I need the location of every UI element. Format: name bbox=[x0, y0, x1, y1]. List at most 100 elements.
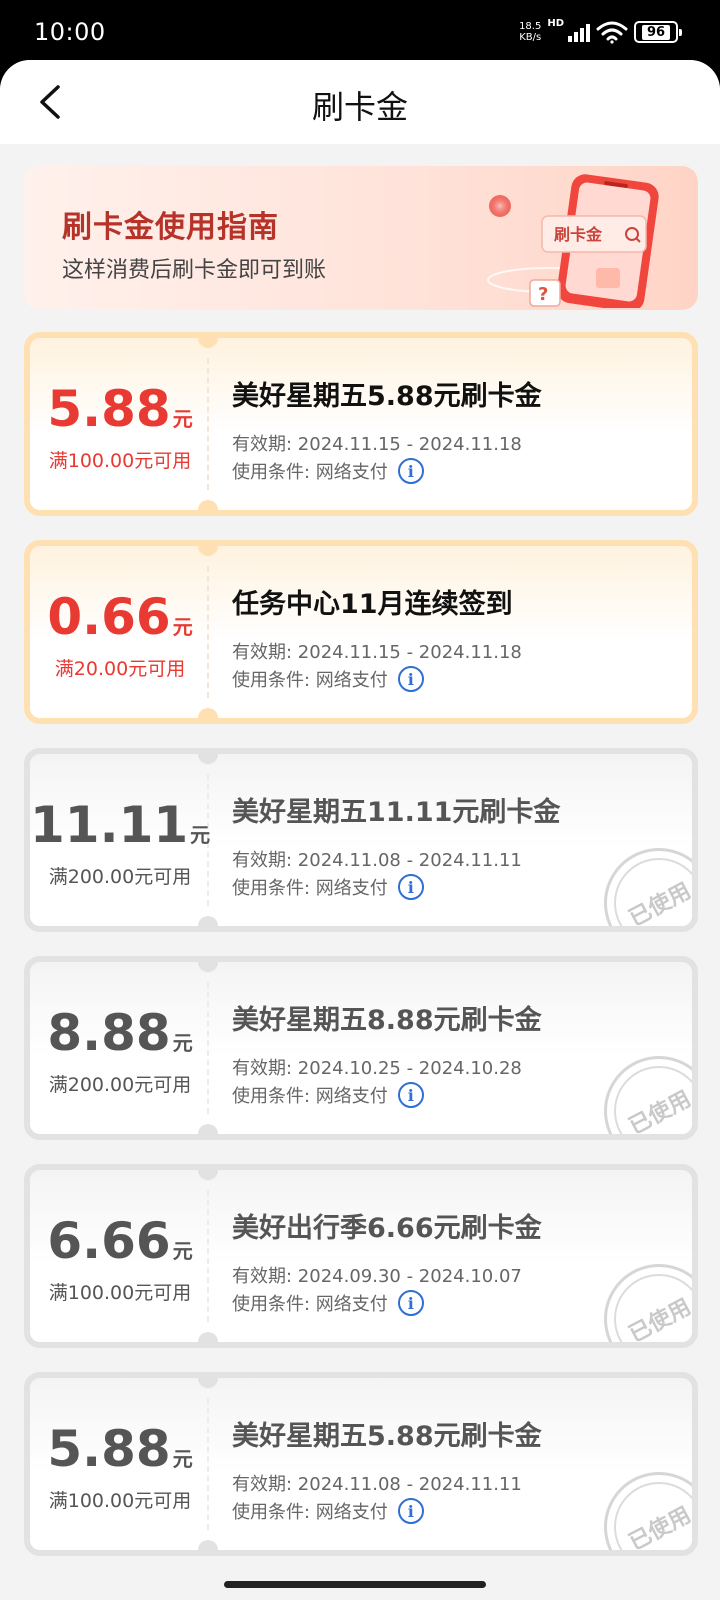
coupon-title: 任务中心11月连续签到 bbox=[232, 589, 513, 620]
svg-text:?: ? bbox=[538, 284, 548, 305]
coupon-title: 美好星期五11.11元刷卡金 bbox=[232, 797, 561, 828]
coupon-title: 美好星期五5.88元刷卡金 bbox=[232, 381, 542, 412]
coupon-usage-text: 使用条件: 网络支付 bbox=[232, 1294, 388, 1315]
used-stamp: 已使用 bbox=[604, 1472, 696, 1556]
used-stamp: 已使用 bbox=[604, 1264, 696, 1348]
info-icon[interactable]: i bbox=[397, 874, 424, 900]
coupon-amount-value: 11.11 bbox=[30, 796, 189, 854]
banner-subtitle: 这样消费后刷卡金即可到账 bbox=[62, 258, 327, 283]
wifi-icon bbox=[596, 21, 628, 44]
coupon-min-spend: 满100.00元可用 bbox=[48, 450, 192, 472]
coupon-usage-condition: 使用条件: 网络支付 i bbox=[232, 1082, 424, 1108]
coupon-card[interactable]: 5.88 元 满100.00元可用 美好星期五5.88元刷卡金 有效期: 2024… bbox=[24, 332, 698, 516]
coupon-amount-value: 8.88 bbox=[47, 1004, 171, 1062]
used-stamp-text: 已使用 bbox=[625, 1294, 696, 1348]
coupon-amount-value: 5.88 bbox=[47, 1420, 171, 1478]
coupon-usage-condition: 使用条件: 网络支付 i bbox=[232, 666, 424, 692]
coupon-notch bbox=[198, 546, 218, 556]
status-icons: 18.5 KB/s HD 96 bbox=[519, 18, 682, 46]
info-icon[interactable]: i bbox=[397, 1498, 424, 1524]
coupon-amount-unit: 元 bbox=[172, 407, 193, 431]
coupon-notch bbox=[198, 962, 218, 972]
coupon-edge-decoration bbox=[688, 344, 692, 504]
coupon-amount-value: 5.88 bbox=[47, 380, 171, 438]
coupon-notch bbox=[198, 338, 218, 348]
network-speed-value: 18.5 bbox=[519, 21, 542, 32]
coupon-notch bbox=[198, 754, 218, 764]
coupon-notch bbox=[198, 1540, 218, 1550]
network-speed-unit: KB/s bbox=[519, 32, 542, 43]
network-speed: 18.5 KB/s bbox=[519, 21, 541, 43]
coupon-usage-text: 使用条件: 网络支付 bbox=[232, 670, 388, 691]
coupon-min-spend: 满20.00元可用 bbox=[54, 658, 186, 680]
used-stamp: 已使用 bbox=[604, 848, 696, 932]
coupon-title: 美好星期五8.88元刷卡金 bbox=[232, 1005, 542, 1036]
coupon-notch bbox=[198, 1124, 218, 1134]
coupon-title: 美好出行季6.66元刷卡金 bbox=[232, 1213, 542, 1244]
coupon-validity: 有效期: 2024.11.08 - 2024.11.11 bbox=[232, 1474, 522, 1495]
coupon-amount: 5.88 元 bbox=[30, 380, 210, 438]
used-stamp-text: 已使用 bbox=[625, 1502, 696, 1556]
coupon-notch bbox=[198, 1170, 218, 1180]
coupon-validity: 有效期: 2024.10.25 - 2024.10.28 bbox=[232, 1058, 522, 1079]
coupon-usage-text: 使用条件: 网络支付 bbox=[232, 1502, 388, 1523]
battery-level: 96 bbox=[641, 24, 671, 40]
coupon-usage-text: 使用条件: 网络支付 bbox=[232, 462, 388, 483]
banner-illustration-label: 刷卡金 bbox=[554, 225, 603, 244]
coupon-amount: 0.66 元 bbox=[30, 588, 210, 646]
coupon-usage-condition: 使用条件: 网络支付 i bbox=[232, 1290, 424, 1316]
coupon-card[interactable]: 0.66 元 满20.00元可用 任务中心11月连续签到 有效期: 2024.11… bbox=[24, 540, 698, 724]
coupon-usage-condition: 使用条件: 网络支付 i bbox=[232, 874, 424, 900]
signal-icon bbox=[568, 22, 590, 42]
coupon-amount: 8.88 元 bbox=[30, 1004, 210, 1062]
coupon-validity: 有效期: 2024.11.15 - 2024.11.18 bbox=[232, 642, 522, 663]
info-icon[interactable]: i bbox=[397, 666, 424, 692]
coupon-min-spend: 满200.00元可用 bbox=[48, 866, 192, 888]
coupon-validity: 有效期: 2024.09.30 - 2024.10.07 bbox=[232, 1266, 522, 1287]
status-time: 10:00 bbox=[34, 18, 106, 46]
coupon-amount-value: 6.66 bbox=[47, 1212, 171, 1270]
coupon-card[interactable]: 11.11 元 满200.00元可用 美好星期五11.11元刷卡金 有效期: 20… bbox=[24, 748, 698, 932]
coupon-usage-condition: 使用条件: 网络支付 i bbox=[232, 1498, 424, 1524]
coupon-notch bbox=[198, 500, 218, 510]
coupon-usage-text: 使用条件: 网络支付 bbox=[232, 1086, 388, 1107]
coupon-amount-unit: 元 bbox=[172, 1031, 193, 1055]
coupon-notch bbox=[198, 1332, 218, 1342]
coupon-amount: 5.88 元 bbox=[30, 1420, 210, 1478]
page-title: 刷卡金 bbox=[311, 88, 408, 126]
coupon-card[interactable]: 5.88 元 满100.00元可用 美好星期五5.88元刷卡金 有效期: 2024… bbox=[24, 1372, 698, 1556]
info-icon[interactable]: i bbox=[397, 1082, 424, 1108]
app-screen: 刷卡金 刷卡金使用指南 这样消费后刷卡金即可到账 刷卡金 ? 5.88 元 满1… bbox=[0, 60, 720, 1600]
coupon-amount-unit: 元 bbox=[172, 1239, 193, 1263]
home-indicator[interactable] bbox=[224, 1581, 486, 1588]
used-stamp-text: 已使用 bbox=[625, 878, 696, 932]
coupon-notch bbox=[198, 708, 218, 718]
coupon-amount-value: 0.66 bbox=[47, 588, 171, 646]
used-stamp-text: 已使用 bbox=[625, 1086, 696, 1140]
nav-header: 刷卡金 bbox=[0, 60, 720, 144]
status-bar: 10:00 18.5 KB/s HD 96 bbox=[0, 0, 720, 60]
coupon-amount-unit: 元 bbox=[190, 823, 211, 847]
coupon-usage-condition: 使用条件: 网络支付 i bbox=[232, 458, 424, 484]
coupon-min-spend: 满100.00元可用 bbox=[48, 1282, 192, 1304]
coupon-card[interactable]: 8.88 元 满200.00元可用 美好星期五8.88元刷卡金 有效期: 2024… bbox=[24, 956, 698, 1140]
coupon-min-spend: 满200.00元可用 bbox=[48, 1074, 192, 1096]
info-icon[interactable]: i bbox=[397, 1290, 424, 1316]
coupon-validity: 有效期: 2024.11.15 - 2024.11.18 bbox=[232, 434, 522, 455]
coupon-edge-decoration bbox=[688, 552, 692, 712]
coupon-notch bbox=[198, 1378, 218, 1388]
coupon-min-spend: 满100.00元可用 bbox=[48, 1490, 192, 1512]
usage-guide-banner[interactable]: 刷卡金使用指南 这样消费后刷卡金即可到账 刷卡金 ? bbox=[24, 166, 698, 310]
coupon-amount: 11.11 元 bbox=[30, 796, 210, 854]
coupon-amount-unit: 元 bbox=[172, 1447, 193, 1471]
coupon-validity: 有效期: 2024.11.08 - 2024.11.11 bbox=[232, 850, 522, 871]
network-type-label: HD bbox=[547, 18, 564, 29]
battery-icon: 96 bbox=[634, 21, 682, 43]
coupon-card[interactable]: 6.66 元 满100.00元可用 美好出行季6.66元刷卡金 有效期: 2024… bbox=[24, 1164, 698, 1348]
banner-title: 刷卡金使用指南 bbox=[62, 210, 279, 245]
coupon-title: 美好星期五5.88元刷卡金 bbox=[232, 1421, 542, 1452]
info-icon[interactable]: i bbox=[397, 458, 424, 484]
coupon-usage-text: 使用条件: 网络支付 bbox=[232, 878, 388, 899]
coupon-amount: 6.66 元 bbox=[30, 1212, 210, 1270]
used-stamp: 已使用 bbox=[604, 1056, 696, 1140]
